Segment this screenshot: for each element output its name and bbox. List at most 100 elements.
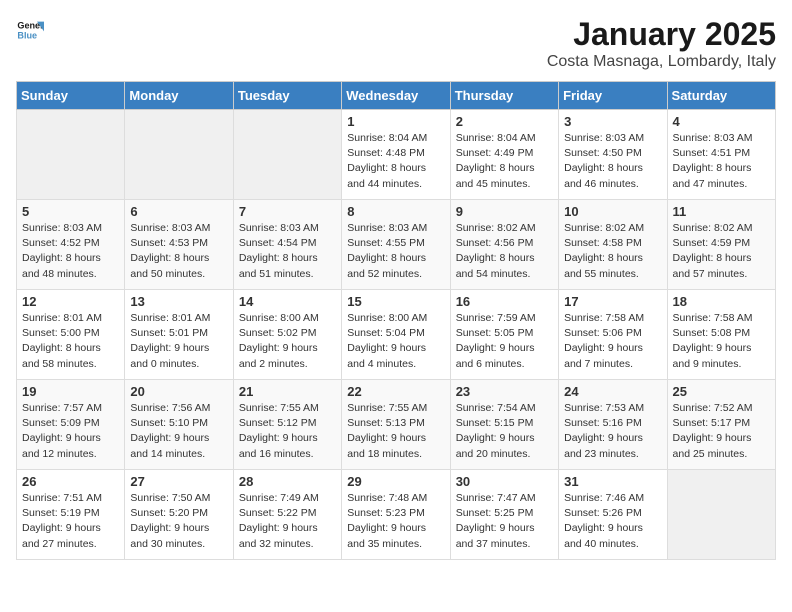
calendar-week-3: 12Sunrise: 8:01 AM Sunset: 5:00 PM Dayli… (17, 290, 776, 380)
header-cell-sunday: Sunday (17, 82, 125, 110)
calendar-cell: 10Sunrise: 8:02 AM Sunset: 4:58 PM Dayli… (559, 200, 667, 290)
calendar-cell: 30Sunrise: 7:47 AM Sunset: 5:25 PM Dayli… (450, 470, 558, 560)
header-cell-monday: Monday (125, 82, 233, 110)
day-number: 6 (130, 204, 227, 219)
day-number: 8 (347, 204, 444, 219)
day-info: Sunrise: 8:03 AM Sunset: 4:55 PM Dayligh… (347, 221, 444, 282)
calendar-cell: 1 Sunrise: 8:04 AM Sunset: 4:48 PM Daylig… (342, 110, 450, 200)
day-info: Sunrise: 8:03 AM Sunset: 4:54 PM Dayligh… (239, 221, 336, 282)
logo-icon: General Blue (16, 16, 44, 44)
day-info: Sunrise: 7:55 AM Sunset: 5:12 PM Dayligh… (239, 401, 336, 462)
day-info: Sunrise: 8:03 AM Sunset: 4:53 PM Dayligh… (130, 221, 227, 282)
calendar-cell: 20 Sunrise: 7:56 AM Sunset: 5:10 PM Dayli… (125, 380, 233, 470)
day-info: Sunrise: 7:59 AM Sunset: 5:05 PM Dayligh… (456, 311, 553, 372)
calendar-week-1: 1 Sunrise: 8:04 AM Sunset: 4:48 PM Daylig… (17, 110, 776, 200)
day-info: Sunrise: 7:46 AM Sunset: 5:26 PM Dayligh… (564, 491, 661, 552)
calendar-table: SundayMondayTuesdayWednesdayThursdayFrid… (16, 81, 776, 560)
calendar-cell (17, 110, 125, 200)
header-cell-tuesday: Tuesday (233, 82, 341, 110)
calendar-cell: 5 Sunrise: 8:03 AM Sunset: 4:52 PM Daylig… (17, 200, 125, 290)
day-number: 27 (130, 474, 227, 489)
day-number: 29 (347, 474, 444, 489)
calendar-cell: 13Sunrise: 8:01 AM Sunset: 5:01 PM Dayli… (125, 290, 233, 380)
day-info: Sunrise: 7:53 AM Sunset: 5:16 PM Dayligh… (564, 401, 661, 462)
svg-text:Blue: Blue (17, 30, 37, 40)
day-number: 14 (239, 294, 336, 309)
day-info: Sunrise: 7:57 AM Sunset: 5:09 PM Dayligh… (22, 401, 119, 462)
header-cell-saturday: Saturday (667, 82, 775, 110)
day-number: 17 (564, 294, 661, 309)
day-info: Sunrise: 7:50 AM Sunset: 5:20 PM Dayligh… (130, 491, 227, 552)
calendar-week-2: 5 Sunrise: 8:03 AM Sunset: 4:52 PM Daylig… (17, 200, 776, 290)
calendar-cell: 2 Sunrise: 8:04 AM Sunset: 4:49 PM Daylig… (450, 110, 558, 200)
day-info: Sunrise: 7:47 AM Sunset: 5:25 PM Dayligh… (456, 491, 553, 552)
day-number: 9 (456, 204, 553, 219)
calendar-cell: 6 Sunrise: 8:03 AM Sunset: 4:53 PM Daylig… (125, 200, 233, 290)
calendar-body: 1 Sunrise: 8:04 AM Sunset: 4:48 PM Daylig… (17, 110, 776, 560)
day-info: Sunrise: 8:00 AM Sunset: 5:04 PM Dayligh… (347, 311, 444, 372)
calendar-cell: 17 Sunrise: 7:58 AM Sunset: 5:06 PM Dayli… (559, 290, 667, 380)
calendar-cell: 7 Sunrise: 8:03 AM Sunset: 4:54 PM Daylig… (233, 200, 341, 290)
day-info: Sunrise: 8:03 AM Sunset: 4:50 PM Dayligh… (564, 131, 661, 192)
day-info: Sunrise: 7:49 AM Sunset: 5:22 PM Dayligh… (239, 491, 336, 552)
header-cell-friday: Friday (559, 82, 667, 110)
header-cell-wednesday: Wednesday (342, 82, 450, 110)
day-number: 22 (347, 384, 444, 399)
logo: General Blue (16, 16, 44, 44)
day-number: 5 (22, 204, 119, 219)
calendar-cell: 12Sunrise: 8:01 AM Sunset: 5:00 PM Dayli… (17, 290, 125, 380)
calendar-cell: 18 Sunrise: 7:58 AM Sunset: 5:08 PM Dayli… (667, 290, 775, 380)
day-number: 16 (456, 294, 553, 309)
calendar-cell (125, 110, 233, 200)
day-number: 2 (456, 114, 553, 129)
day-number: 3 (564, 114, 661, 129)
day-info: Sunrise: 7:51 AM Sunset: 5:19 PM Dayligh… (22, 491, 119, 552)
day-number: 18 (673, 294, 770, 309)
calendar-week-5: 26 Sunrise: 7:51 AM Sunset: 5:19 PM Dayli… (17, 470, 776, 560)
calendar-title: January 2025 (547, 16, 776, 53)
calendar-cell: 29Sunrise: 7:48 AM Sunset: 5:23 PM Dayli… (342, 470, 450, 560)
calendar-cell: 27 Sunrise: 7:50 AM Sunset: 5:20 PM Dayli… (125, 470, 233, 560)
day-info: Sunrise: 8:03 AM Sunset: 4:51 PM Dayligh… (673, 131, 770, 192)
day-info: Sunrise: 8:01 AM Sunset: 5:01 PM Dayligh… (130, 311, 227, 372)
calendar-cell: 28 Sunrise: 7:49 AM Sunset: 5:22 PM Dayli… (233, 470, 341, 560)
day-info: Sunrise: 7:58 AM Sunset: 5:08 PM Dayligh… (673, 311, 770, 372)
day-info: Sunrise: 8:02 AM Sunset: 4:56 PM Dayligh… (456, 221, 553, 282)
calendar-cell: 16 Sunrise: 7:59 AM Sunset: 5:05 PM Dayli… (450, 290, 558, 380)
calendar-header: SundayMondayTuesdayWednesdayThursdayFrid… (17, 82, 776, 110)
calendar-cell: 14Sunrise: 8:00 AM Sunset: 5:02 PM Dayli… (233, 290, 341, 380)
day-info: Sunrise: 7:52 AM Sunset: 5:17 PM Dayligh… (673, 401, 770, 462)
day-number: 26 (22, 474, 119, 489)
day-info: Sunrise: 8:02 AM Sunset: 4:59 PM Dayligh… (673, 221, 770, 282)
day-info: Sunrise: 7:54 AM Sunset: 5:15 PM Dayligh… (456, 401, 553, 462)
calendar-cell: 23 Sunrise: 7:54 AM Sunset: 5:15 PM Dayli… (450, 380, 558, 470)
day-number: 21 (239, 384, 336, 399)
day-number: 11 (673, 204, 770, 219)
day-info: Sunrise: 8:03 AM Sunset: 4:52 PM Dayligh… (22, 221, 119, 282)
calendar-cell: 26 Sunrise: 7:51 AM Sunset: 5:19 PM Dayli… (17, 470, 125, 560)
calendar-cell: 19 Sunrise: 7:57 AM Sunset: 5:09 PM Dayli… (17, 380, 125, 470)
calendar-cell: 3 Sunrise: 8:03 AM Sunset: 4:50 PM Daylig… (559, 110, 667, 200)
day-info: Sunrise: 7:58 AM Sunset: 5:06 PM Dayligh… (564, 311, 661, 372)
header-cell-thursday: Thursday (450, 82, 558, 110)
day-number: 7 (239, 204, 336, 219)
calendar-cell: 22 Sunrise: 7:55 AM Sunset: 5:13 PM Dayli… (342, 380, 450, 470)
calendar-cell: 24Sunrise: 7:53 AM Sunset: 5:16 PM Dayli… (559, 380, 667, 470)
title-area: January 2025 Costa Masnaga, Lombardy, It… (547, 16, 776, 71)
page-header: General Blue January 2025 Costa Masnaga,… (16, 16, 776, 71)
day-number: 23 (456, 384, 553, 399)
day-info: Sunrise: 8:01 AM Sunset: 5:00 PM Dayligh… (22, 311, 119, 372)
day-number: 19 (22, 384, 119, 399)
calendar-cell: 8 Sunrise: 8:03 AM Sunset: 4:55 PM Daylig… (342, 200, 450, 290)
day-info: Sunrise: 8:02 AM Sunset: 4:58 PM Dayligh… (564, 221, 661, 282)
day-number: 28 (239, 474, 336, 489)
day-number: 15 (347, 294, 444, 309)
day-info: Sunrise: 7:56 AM Sunset: 5:10 PM Dayligh… (130, 401, 227, 462)
day-info: Sunrise: 7:55 AM Sunset: 5:13 PM Dayligh… (347, 401, 444, 462)
day-info: Sunrise: 8:04 AM Sunset: 4:49 PM Dayligh… (456, 131, 553, 192)
calendar-cell: 21 Sunrise: 7:55 AM Sunset: 5:12 PM Dayli… (233, 380, 341, 470)
day-number: 20 (130, 384, 227, 399)
day-info: Sunrise: 8:04 AM Sunset: 4:48 PM Dayligh… (347, 131, 444, 192)
day-number: 1 (347, 114, 444, 129)
calendar-cell: 4Sunrise: 8:03 AM Sunset: 4:51 PM Daylig… (667, 110, 775, 200)
